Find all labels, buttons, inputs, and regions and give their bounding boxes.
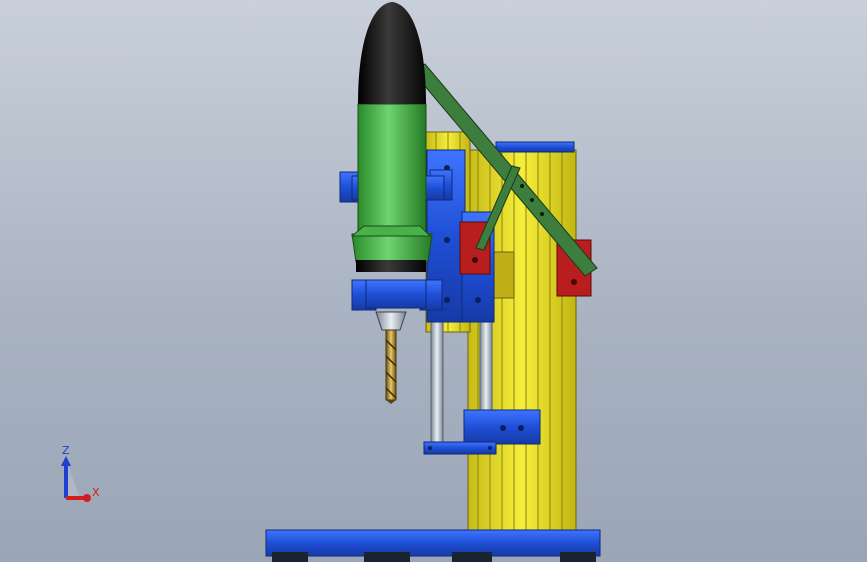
base-plate[interactable] — [265, 529, 601, 562]
motor-nose-cone[interactable] — [358, 2, 426, 104]
guide-rod-left[interactable] — [430, 317, 444, 447]
orientation-triad[interactable]: Z X — [48, 440, 118, 510]
drill-press-model[interactable] — [0, 0, 867, 562]
motor-body[interactable] — [350, 103, 433, 272]
graphics-viewport[interactable]: Z X — [0, 0, 867, 562]
z-axis-label: Z — [62, 444, 70, 457]
drill-bit[interactable] — [385, 329, 397, 404]
motor-clamp-lower[interactable] — [351, 279, 443, 311]
chuck[interactable] — [375, 311, 407, 331]
x-axis-label: X — [92, 486, 100, 499]
